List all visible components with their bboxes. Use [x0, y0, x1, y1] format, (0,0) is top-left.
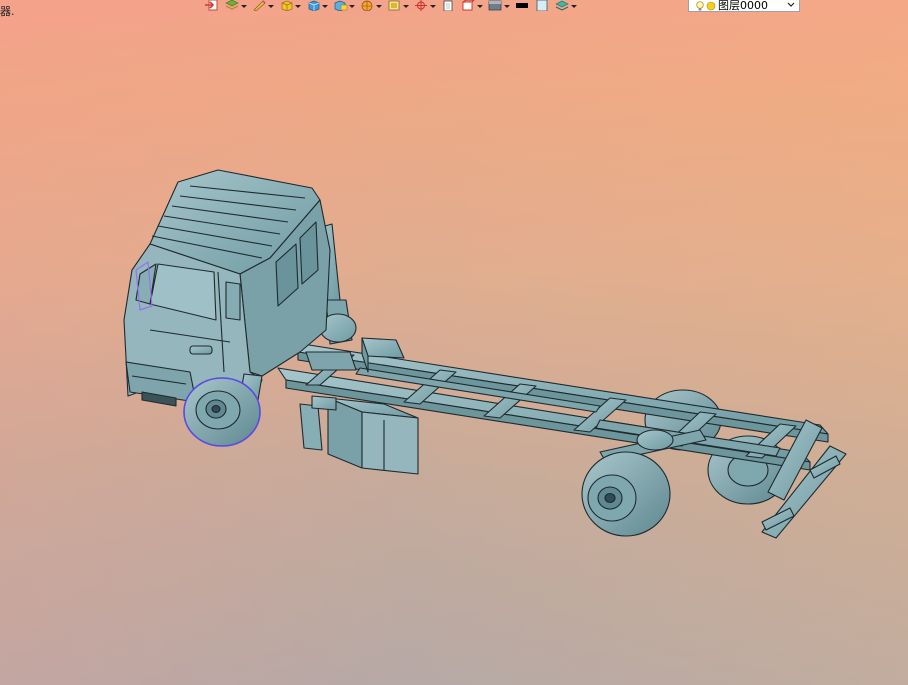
- chevron-down-icon: [477, 5, 483, 8]
- chevron-down-icon: [376, 5, 382, 8]
- chevron-down-icon: [787, 2, 795, 7]
- 3d-viewport[interactable]: 器. 图层0000: [0, 0, 908, 685]
- shaded-box-icon: [308, 0, 320, 11]
- black-swatch-icon: [516, 3, 528, 8]
- render-sphere-button[interactable]: [359, 0, 382, 12]
- document-button[interactable]: [440, 0, 456, 12]
- sphere-icon: [361, 0, 373, 11]
- chevron-down-icon: [504, 5, 510, 8]
- chevron-down-icon: [295, 5, 301, 8]
- color-light-button[interactable]: [534, 0, 550, 12]
- frame-icon: [388, 0, 400, 11]
- light-swatch-icon: [536, 0, 548, 11]
- exit-icon: [205, 0, 218, 11]
- chevron-down-icon: [241, 5, 247, 8]
- layer-select[interactable]: 图层0000: [688, 0, 800, 12]
- view-frame-button[interactable]: [386, 0, 409, 12]
- pencil-icon: [253, 0, 266, 11]
- layer-manager-button[interactable]: [554, 0, 577, 12]
- view-cube-icon: [462, 0, 475, 11]
- toolbar: [204, 0, 581, 12]
- material-icon: [488, 0, 502, 11]
- document-icon: [443, 0, 453, 11]
- color-black-button[interactable]: [514, 0, 530, 12]
- layers-icon: [225, 0, 239, 10]
- pencil-button[interactable]: [251, 0, 274, 12]
- exit-button[interactable]: [204, 0, 220, 12]
- chevron-down-icon: [322, 5, 328, 8]
- layer-select-value: 图层0000: [718, 0, 768, 12]
- chevron-down-icon: [349, 5, 355, 8]
- sun-icon: [706, 1, 716, 10]
- material-button[interactable]: [487, 0, 510, 12]
- chevron-down-icon: [403, 5, 409, 8]
- cab: [123, 169, 331, 407]
- chevron-down-icon: [268, 5, 274, 8]
- front-wheel: [183, 377, 261, 447]
- rear-wheel-near: [581, 451, 671, 537]
- layer-manager-icon: [555, 0, 569, 11]
- bulb-icon: [696, 0, 704, 10]
- shaded-box-button[interactable]: [305, 0, 328, 12]
- chevron-down-icon: [430, 5, 436, 8]
- snap-target-button[interactable]: [413, 0, 436, 12]
- solid-box-button[interactable]: [278, 0, 301, 12]
- layers-stack-button[interactable]: [224, 0, 247, 12]
- fuel-tank: [299, 395, 419, 475]
- chevron-down-icon: [571, 5, 577, 8]
- solid-box-icon: [281, 0, 293, 11]
- crosshair-icon: [415, 0, 427, 11]
- truck-chassis-model[interactable]: [0, 0, 908, 685]
- view-cube-button[interactable]: [460, 0, 483, 12]
- section-box-button[interactable]: [332, 0, 355, 12]
- section-box-icon: [334, 0, 348, 11]
